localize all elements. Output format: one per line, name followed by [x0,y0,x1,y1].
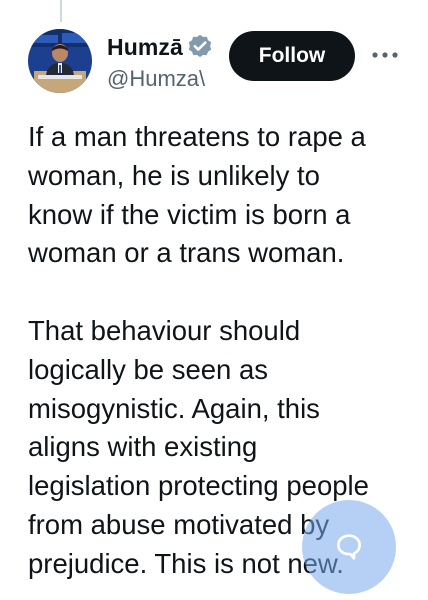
more-horizontal-icon[interactable] [370,40,400,70]
author-name-text: Humzā [107,33,183,60]
avatar-image [28,29,92,93]
avatar[interactable] [28,29,92,93]
verified-badge-icon[interactable] [186,33,214,61]
reply-floating-button[interactable] [302,500,396,594]
reply-bubble-icon [337,534,361,560]
tweet-line: legislation protecting people [28,470,369,502]
thread-connector-line [60,0,62,22]
tweet-line: woman, he is unlikely to [28,159,320,191]
tweet-line: misogynistic. Again, this [28,392,320,424]
tweet-line: aligns with existing [28,431,258,463]
tweet-line: know if the victim is born a [28,198,351,230]
author-handle[interactable]: @Humza\ [107,66,217,96]
tweet-line: woman or a trans woman. [28,237,345,269]
follow-button[interactable]: Follow [229,31,355,81]
tweet-line: logically be seen as [28,353,269,385]
tweet-line: If a man threatens to rape a [28,121,366,152]
tweet-line: That behaviour should [28,314,301,346]
